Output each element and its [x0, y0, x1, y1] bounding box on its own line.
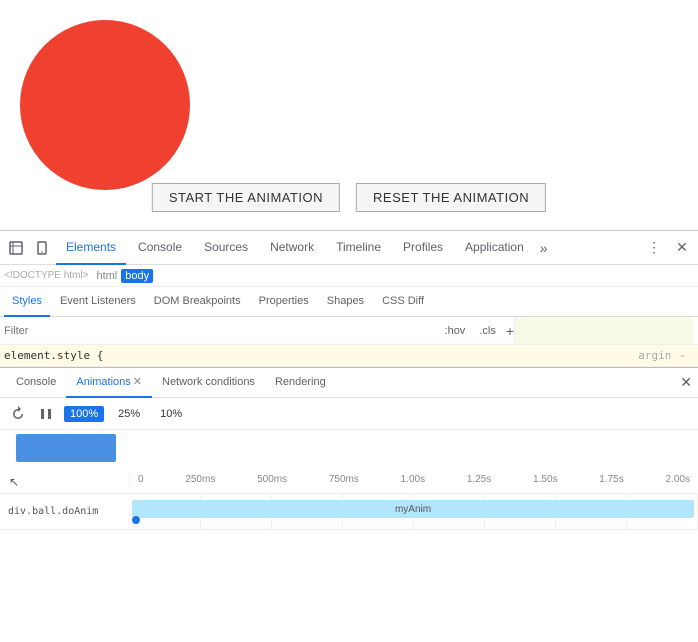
styles-tab-css-diff[interactable]: CSS Diff [374, 287, 432, 317]
styles-tab-styles[interactable]: Styles [4, 287, 50, 317]
animation-name-label: myAnim [395, 504, 431, 515]
breadcrumb-body[interactable]: body [121, 269, 153, 283]
more-tabs-button[interactable]: » [536, 240, 552, 256]
cursor-icon[interactable] [4, 236, 28, 260]
margin-value: - [671, 349, 694, 362]
pause-button[interactable] [36, 404, 56, 424]
tab-elements[interactable]: Elements [56, 231, 126, 265]
hov-button[interactable]: :hov [441, 324, 470, 338]
speed-100-button[interactable]: 100% [64, 406, 104, 422]
ruler-mark-250: 250ms [185, 474, 215, 485]
drawer: Console Animations ✕ Network conditions … [0, 367, 698, 642]
speed-10-button[interactable]: 10% [154, 406, 188, 422]
drawer-tab-animations[interactable]: Animations ✕ [66, 368, 152, 398]
close-animations-tab-icon[interactable]: ✕ [133, 375, 142, 388]
start-animation-button[interactable]: START THE ANIMATION [152, 183, 340, 212]
ruler-mark-1s: 1.00s [401, 474, 425, 485]
drawer-tabs: Console Animations ✕ Network conditions … [0, 368, 698, 398]
margin-label: argin [638, 349, 671, 362]
tab-profiles[interactable]: Profiles [393, 231, 453, 265]
reset-animation-button[interactable]: RESET THE ANIMATION [356, 183, 546, 212]
tab-application[interactable]: Application [455, 231, 534, 265]
tab-console[interactable]: Console [128, 231, 192, 265]
element-style-row: element.style { argin - [0, 345, 698, 367]
timeline-cursor-icon[interactable]: ↖ [8, 476, 20, 488]
anim-row-track: myAnim [130, 494, 698, 529]
devtools-panel: Elements Console Sources Network Timelin… [0, 230, 698, 642]
animation-controls: 100% 25% 10% [0, 398, 698, 430]
ruler-mark-150: 1.50s [533, 474, 557, 485]
close-devtools-icon[interactable]: ✕ [670, 236, 694, 260]
speed-25-button[interactable]: 25% [112, 406, 146, 422]
styles-tab-shapes[interactable]: Shapes [319, 287, 372, 317]
styles-tab-properties[interactable]: Properties [251, 287, 317, 317]
tab-sources[interactable]: Sources [194, 231, 258, 265]
filter-bar: :hov .cls + [0, 317, 698, 345]
drawer-tab-rendering[interactable]: Rendering [265, 368, 336, 398]
computed-panel-header [514, 317, 694, 344]
ruler-mark-2s: 2.00s [665, 474, 689, 485]
styles-tab-event-listeners[interactable]: Event Listeners [52, 287, 144, 317]
filter-input[interactable] [4, 325, 441, 337]
devtools-toolbar: Elements Console Sources Network Timelin… [0, 231, 698, 265]
page-area: START THE ANIMATION RESET THE ANIMATION [0, 0, 698, 230]
filter-right: :hov .cls + [441, 323, 514, 339]
animation-row: div.ball.doAnim myAnim [0, 494, 698, 530]
close-drawer-icon[interactable]: ✕ [680, 374, 692, 391]
scrubber-preview[interactable] [16, 434, 116, 462]
add-style-rule-button[interactable]: + [506, 323, 514, 339]
drawer-tab-network-conditions[interactable]: Network conditions [152, 368, 265, 398]
element-style-text: element.style { [4, 349, 638, 362]
drawer-tab-console[interactable]: Console [6, 368, 66, 398]
anim-row-label: div.ball.doAnim [0, 506, 130, 517]
ruler-mark-750: 750ms [329, 474, 359, 485]
styles-tab-dom-breakpoints[interactable]: DOM Breakpoints [146, 287, 249, 317]
timeline-header: ↖ 0 250ms 500ms 750ms 1.00s 1.25s 1.50s … [0, 466, 698, 494]
mobile-icon[interactable] [30, 236, 54, 260]
timeline-label-col-header: ↖ [0, 474, 130, 486]
scrubber-area [0, 430, 698, 466]
tab-network[interactable]: Network [260, 231, 324, 265]
timeline-ruler: 0 250ms 500ms 750ms 1.00s 1.25s 1.50s 1.… [130, 474, 698, 485]
ruler-mark-175: 1.75s [599, 474, 623, 485]
ruler-marks: 0 250ms 500ms 750ms 1.00s 1.25s 1.50s 1.… [138, 474, 690, 485]
styles-tabs: Styles Event Listeners DOM Breakpoints P… [0, 287, 698, 317]
ruler-mark-500: 500ms [257, 474, 287, 485]
breadcrumb: <!DOCTYPE html> html body [0, 265, 698, 287]
breadcrumb-html[interactable]: html [92, 269, 121, 283]
animated-circle [20, 20, 190, 190]
replay-button[interactable] [8, 404, 28, 424]
breadcrumb-prefix: <!DOCTYPE html> [4, 270, 88, 281]
tab-timeline[interactable]: Timeline [326, 231, 391, 265]
ruler-mark-0: 0 [138, 474, 144, 485]
timeline-area: ↖ 0 250ms 500ms 750ms 1.00s 1.25s 1.50s … [0, 466, 698, 642]
toolbar-right: ⋮ ✕ [642, 236, 694, 260]
cls-button[interactable]: .cls [475, 324, 500, 338]
buttons-row: START THE ANIMATION RESET THE ANIMATION [152, 183, 546, 212]
kebab-menu-icon[interactable]: ⋮ [642, 236, 666, 260]
animation-dot[interactable] [132, 516, 140, 524]
ruler-mark-125: 1.25s [467, 474, 491, 485]
animation-bar[interactable]: myAnim [132, 500, 694, 518]
